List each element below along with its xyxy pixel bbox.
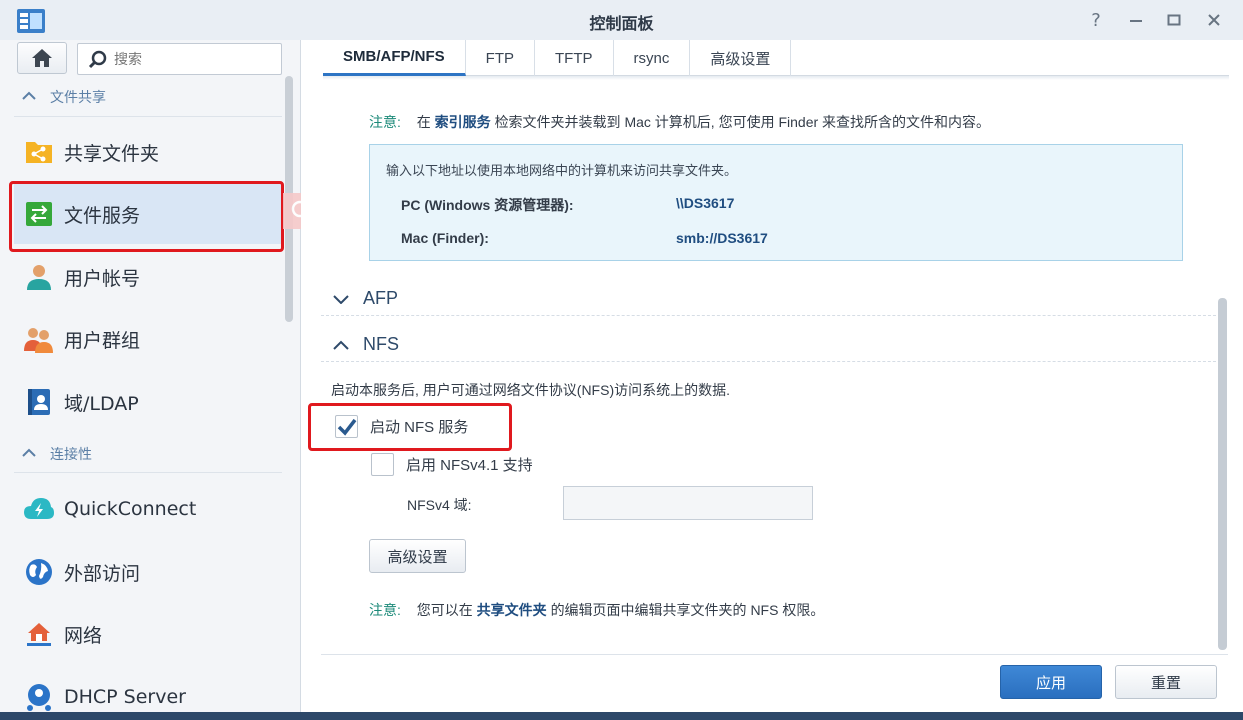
window-title: 控制面板 <box>589 14 654 33</box>
shared-folder-link[interactable]: 共享文件夹 <box>477 602 547 618</box>
afp-title: AFP <box>363 287 399 308</box>
tab-ftp[interactable]: FTP <box>466 40 536 76</box>
sidebar-item-label: 网络 <box>64 624 103 647</box>
chevron-up-icon <box>22 89 36 105</box>
section-connectivity-label: 连接性 <box>50 447 92 463</box>
note-label: 注意: <box>369 114 401 130</box>
sidebar-item-network[interactable]: 网络 <box>14 604 282 664</box>
mac-address-label: Mac (Finder): <box>401 230 489 246</box>
sidebar-item-label: QuickConnect <box>64 498 197 520</box>
chevron-up-icon <box>22 446 36 462</box>
tab-smb-afp-nfs[interactable]: SMB/AFP/NFS <box>323 40 466 76</box>
search-icon <box>88 50 108 74</box>
chevron-up-icon <box>333 334 349 355</box>
dhcp-icon <box>22 680 56 712</box>
sidebar-item-dhcp[interactable]: DHCP Server <box>14 667 282 712</box>
sidebar-item-label: 用户群组 <box>64 329 141 352</box>
globe-icon <box>22 555 56 589</box>
highlight-box-sidebar <box>9 181 284 252</box>
index-service-link[interactable]: 索引服务 <box>435 114 491 130</box>
tab-advanced[interactable]: 高级设置 <box>690 40 792 76</box>
tab-rsync[interactable]: rsync <box>614 40 691 76</box>
nfs-advanced-settings-button[interactable]: 高级设置 <box>369 539 466 573</box>
afp-section-header[interactable]: AFP <box>333 283 398 313</box>
group-icon <box>22 322 56 356</box>
enable-nfsv41-label: 启用 NFSv4.1 支持 <box>406 457 533 474</box>
nfs-section-header[interactable]: NFS <box>333 329 399 359</box>
sidebar-item-label: 用户帐号 <box>64 267 141 290</box>
section-connectivity[interactable]: 连接性 <box>22 442 92 466</box>
sidebar-item-label: 外部访问 <box>64 562 141 585</box>
mac-address-value: smb://DS3617 <box>676 230 768 246</box>
sidebar-item-label: 共享文件夹 <box>64 142 160 165</box>
sidebar-item-label: DHCP Server <box>64 686 186 708</box>
minimize-icon[interactable] <box>1122 6 1150 34</box>
help-icon[interactable]: ? <box>1082 6 1110 34</box>
quickconnect-icon <box>22 492 56 526</box>
sidebar-item-ldap[interactable]: 域/LDAP <box>14 372 282 432</box>
sidebar-item-user[interactable]: 用户帐号 <box>14 247 282 307</box>
network-icon <box>22 617 56 651</box>
section-file-sharing[interactable]: 文件共享 <box>22 85 106 109</box>
enable-nfsv41-checkbox-row[interactable]: 启用 NFSv4.1 支持 <box>371 453 533 476</box>
nfsv4-domain-input[interactable] <box>563 486 813 520</box>
access-info-box: 输入以下地址以使用本地网络中的计算机来访问共享文件夹。 PC (Windows … <box>369 144 1183 261</box>
sidebar-item-label: 域/LDAP <box>64 392 139 415</box>
control-panel-window: 控制面板 ? 搜索 文件共享 共享文件夹 文件服务 用户帐号 用户群组 域/LD… <box>0 0 1243 712</box>
ldap-icon <box>22 385 56 419</box>
close-icon[interactable] <box>1200 6 1228 34</box>
nfsv4-domain-label: NFSv4 域: <box>407 497 472 513</box>
home-icon <box>32 49 52 67</box>
sidebar-item-group[interactable]: 用户群组 <box>14 309 282 369</box>
sidebar-item-external-access[interactable]: 外部访问 <box>14 542 282 602</box>
sidebar-item-quickconnect[interactable]: QuickConnect <box>14 479 282 539</box>
search-box[interactable] <box>77 43 282 75</box>
user-icon <box>22 260 56 294</box>
note-label: 注意: <box>369 602 401 618</box>
main-scrollbar[interactable] <box>1218 298 1227 650</box>
main-panel: SMB/AFP/NFS FTP TFTP rsync 高级设置 注意: 在 索引… <box>301 40 1243 712</box>
section-file-sharing-label: 文件共享 <box>50 90 106 106</box>
search-input[interactable] <box>114 49 274 69</box>
tab-tftp[interactable]: TFTP <box>535 40 614 76</box>
pc-address-value: \\DS3617 <box>676 195 735 211</box>
tab-bar: SMB/AFP/NFS FTP TFTP rsync 高级设置 <box>323 40 1229 76</box>
enable-nfsv41-checkbox[interactable] <box>371 453 394 476</box>
pc-address-label: PC (Windows 资源管理器): <box>401 197 574 213</box>
maximize-icon[interactable] <box>1160 6 1188 34</box>
sidebar: 文件共享 共享文件夹 文件服务 <box>0 40 300 712</box>
apply-button[interactable]: 应用 <box>1000 665 1102 699</box>
title-bar: 控制面板 ? <box>0 0 1243 40</box>
note-index-service: 注意: 在 索引服务 检索文件夹并装载到 Mac 计算机后, 您可使用 Find… <box>369 114 991 130</box>
highlight-box-nfs <box>308 403 512 451</box>
note-nfs-permission: 注意: 您可以在 共享文件夹 的编辑页面中编辑共享文件夹的 NFS 权限。 <box>369 602 825 618</box>
reset-button[interactable]: 重置 <box>1115 665 1217 699</box>
shared-folder-icon <box>22 135 56 169</box>
info-intro: 输入以下地址以使用本地网络中的计算机来访问共享文件夹。 <box>386 163 738 178</box>
sidebar-item-shared-folder[interactable]: 共享文件夹 <box>14 122 282 182</box>
nfs-description: 启动本服务后, 用户可通过网络文件协议(NFS)访问系统上的数据. <box>331 382 730 398</box>
chevron-down-icon <box>333 288 349 309</box>
nfs-title: NFS <box>363 333 399 354</box>
home-button[interactable] <box>17 42 67 74</box>
